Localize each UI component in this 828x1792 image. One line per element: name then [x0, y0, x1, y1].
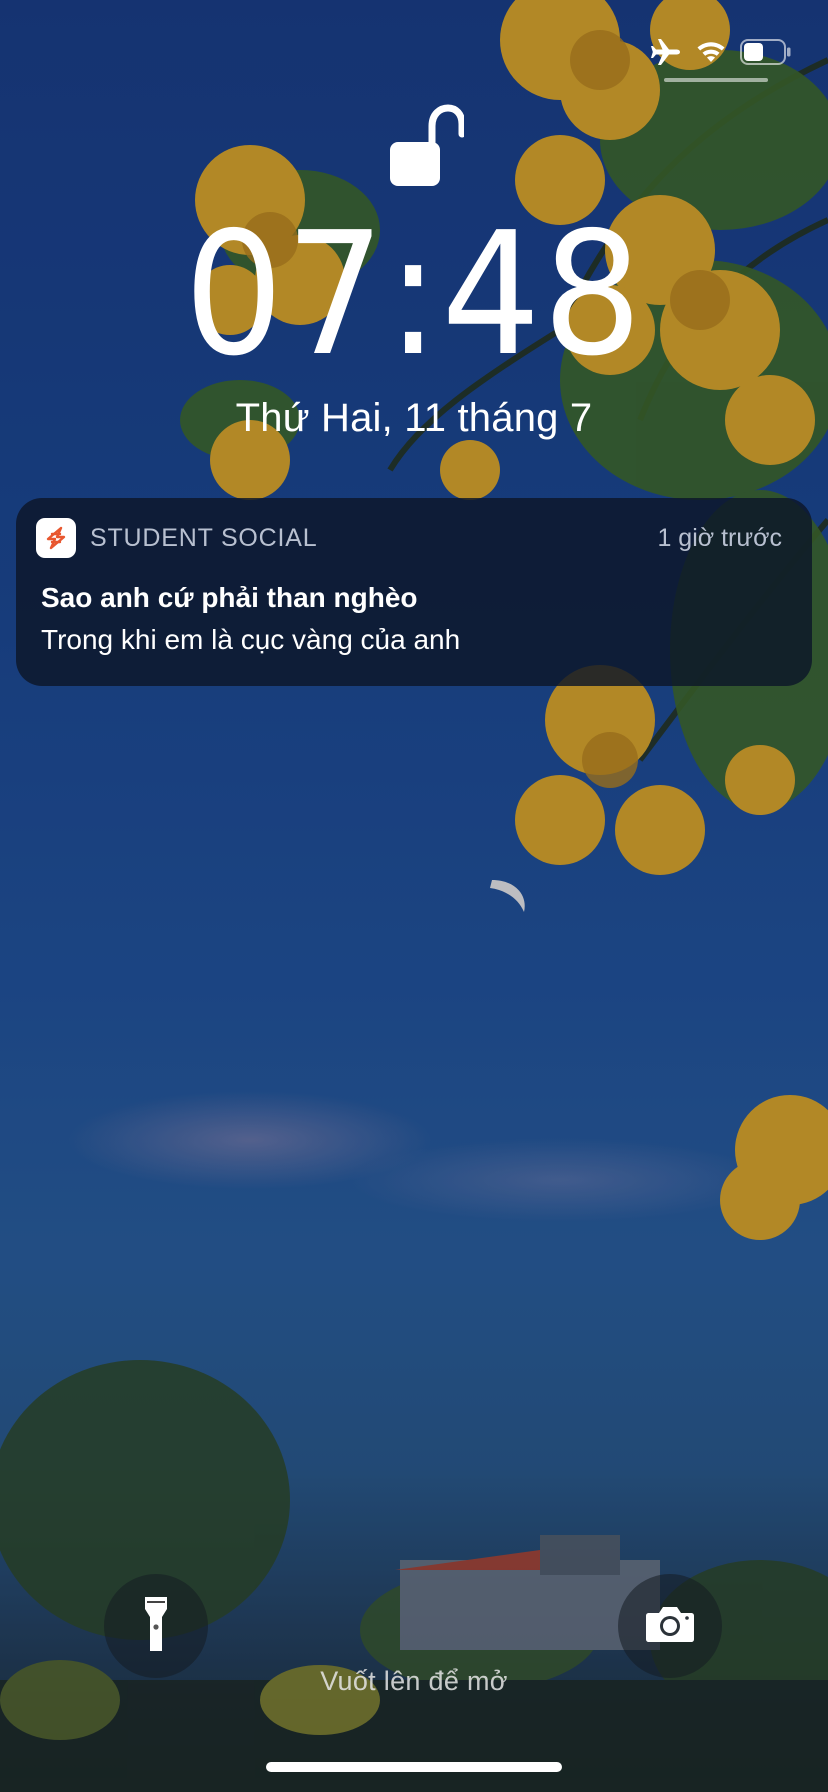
flashlight-button[interactable] [104, 1574, 208, 1678]
airplane-icon [650, 38, 682, 66]
wifi-icon [696, 40, 726, 64]
swipe-up-hint: Vuốt lên để mở [320, 1666, 508, 1696]
notification-card[interactable]: STUDENT SOCIAL 1 giờ trước Sao anh cứ ph… [16, 498, 812, 686]
unlocked-padlock-icon [388, 104, 466, 188]
student-social-app-icon [36, 518, 76, 558]
control-center-grabber[interactable] [664, 78, 768, 82]
camera-icon [645, 1605, 695, 1648]
notification-title: Sao anh cứ phải than nghèo [41, 582, 418, 613]
notification-body: Trong khi em là cục vàng của anh [41, 624, 461, 655]
lock-screen-clock: 07:48 [184, 196, 644, 394]
camera-button[interactable] [618, 1574, 722, 1678]
notification-app-name: STUDENT SOCIAL [90, 524, 318, 552]
notification-time: 1 giờ trước [657, 524, 782, 552]
flashlight-icon [143, 1595, 169, 1658]
home-indicator[interactable] [266, 1762, 562, 1772]
lock-screen-date: Thứ Hai, 11 tháng 7 [235, 396, 593, 440]
battery-icon [740, 39, 792, 65]
status-bar [650, 34, 792, 70]
